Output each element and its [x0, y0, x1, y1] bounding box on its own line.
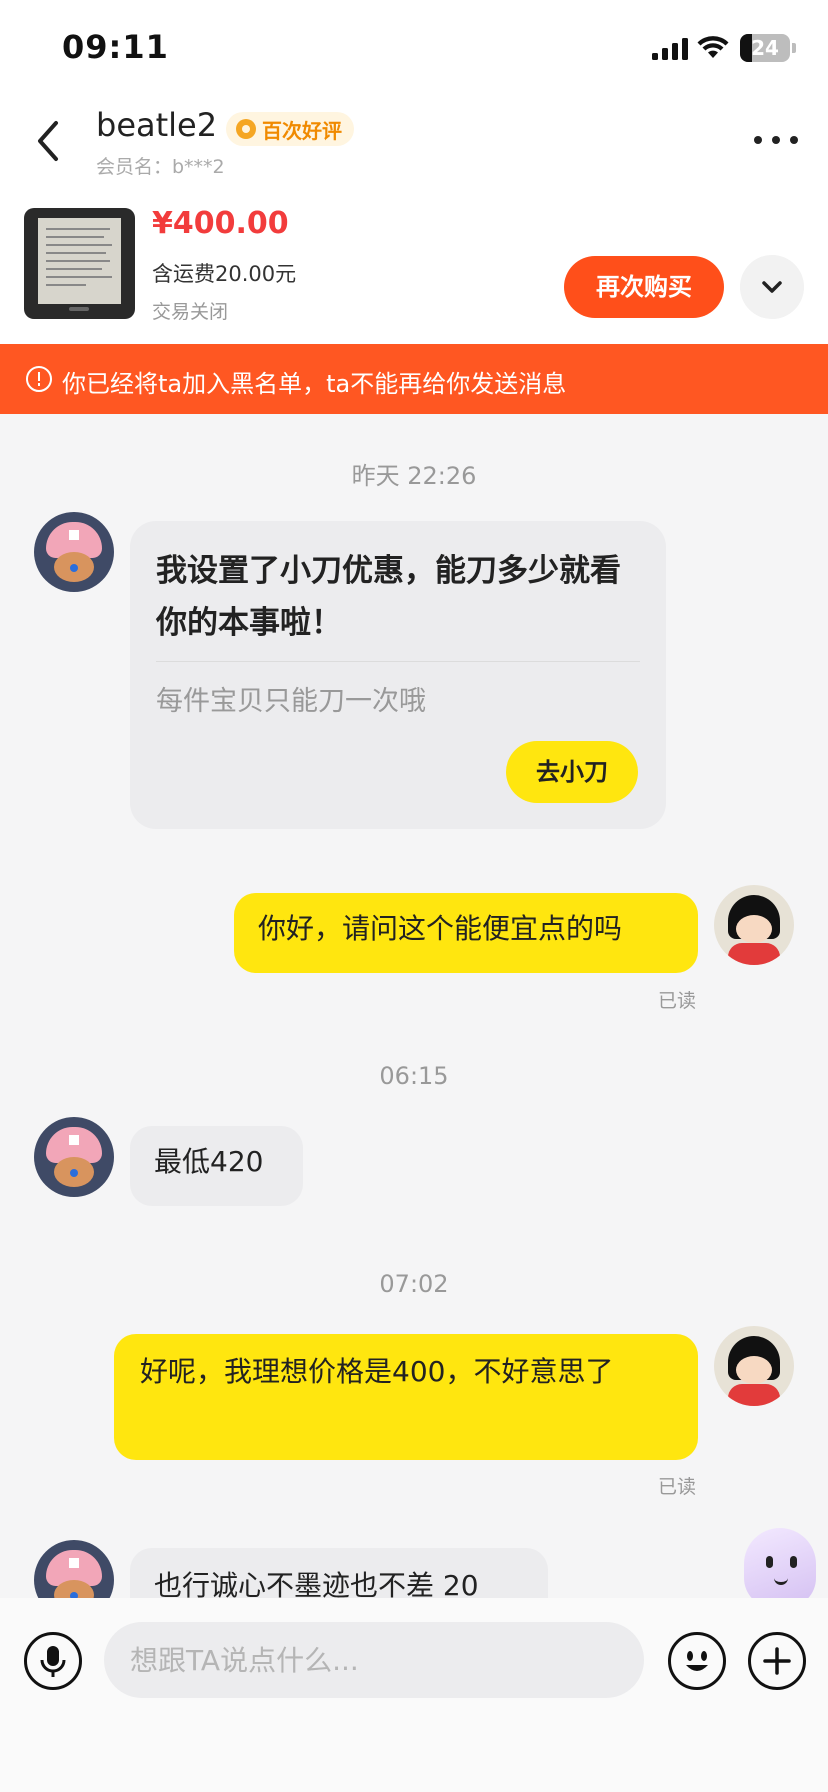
go-bargain-button[interactable]: 去小刀 [506, 741, 638, 803]
coupon-divider [156, 661, 640, 662]
status-time: 09:11 [62, 28, 169, 66]
kindle-screen [38, 218, 121, 304]
review-badge: 百次好评 [226, 112, 354, 146]
coupon-subtitle: 每件宝贝只能刀一次哦 [156, 686, 426, 717]
seller-avatar[interactable] [34, 1117, 114, 1197]
blacklist-message: 你已经将ta加入黑名单，ta不能再给你发送消息 [62, 370, 567, 398]
timestamp: 06:15 [379, 1062, 449, 1090]
status-bar: 09:11 24 [0, 0, 828, 100]
device-logo [69, 307, 89, 311]
more-dot-icon [754, 136, 762, 144]
message-input[interactable] [104, 1622, 644, 1698]
battery-tip [792, 43, 796, 53]
seller-avatar[interactable] [34, 512, 114, 592]
microphone-button[interactable] [24, 1632, 82, 1690]
shipping-fee: 含运费20.00元 [152, 262, 297, 286]
read-receipt: 已读 [658, 990, 697, 1012]
battery-percent: 24 [751, 36, 779, 60]
user-avatar[interactable] [714, 885, 794, 965]
timestamp: 07:02 [379, 1270, 449, 1298]
member-name: 会员名：b***2 [96, 156, 225, 178]
bargain-coupon-card: 我设置了小刀优惠，能刀多少就看你的本事啦！ 每件宝贝只能刀一次哦 去小刀 [130, 521, 666, 829]
more-options-button[interactable] [752, 134, 800, 146]
outgoing-message[interactable]: 好呢，我理想价格是400，不好意思了 [114, 1334, 698, 1460]
order-status: 交易关闭 [152, 301, 229, 323]
back-button[interactable] [28, 115, 68, 167]
more-dot-icon [772, 136, 780, 144]
message-input-bar [0, 1598, 828, 1792]
wifi-icon [697, 36, 729, 58]
alert-circle-icon [26, 366, 52, 392]
user-avatar[interactable] [714, 1326, 794, 1406]
blacklist-banner: 你已经将ta加入黑名单，ta不能再给你发送消息 [0, 344, 828, 414]
buy-again-button[interactable]: 再次购买 [564, 256, 724, 318]
medal-icon [236, 119, 256, 139]
battery-indicator: 24 [740, 34, 790, 62]
more-dot-icon [790, 136, 798, 144]
badge-label: 百次好评 [262, 118, 342, 143]
read-receipt: 已读 [658, 1476, 697, 1498]
seller-name[interactable]: beatle2 [96, 106, 217, 144]
product-thumbnail[interactable] [24, 208, 135, 319]
timestamp: 昨天 22:26 [351, 462, 477, 490]
outgoing-message[interactable]: 你好，请问这个能便宜点的吗 [234, 893, 698, 973]
emoji-button[interactable] [668, 1632, 726, 1690]
add-attachment-button[interactable] [748, 1632, 806, 1690]
product-price: ¥400.00 [152, 206, 289, 241]
cellular-signal-icon [652, 38, 688, 60]
expand-chevron-button[interactable] [740, 255, 804, 319]
incoming-message[interactable]: 最低420 [130, 1126, 303, 1206]
coupon-title: 我设置了小刀优惠，能刀多少就看你的本事啦！ [156, 553, 621, 641]
